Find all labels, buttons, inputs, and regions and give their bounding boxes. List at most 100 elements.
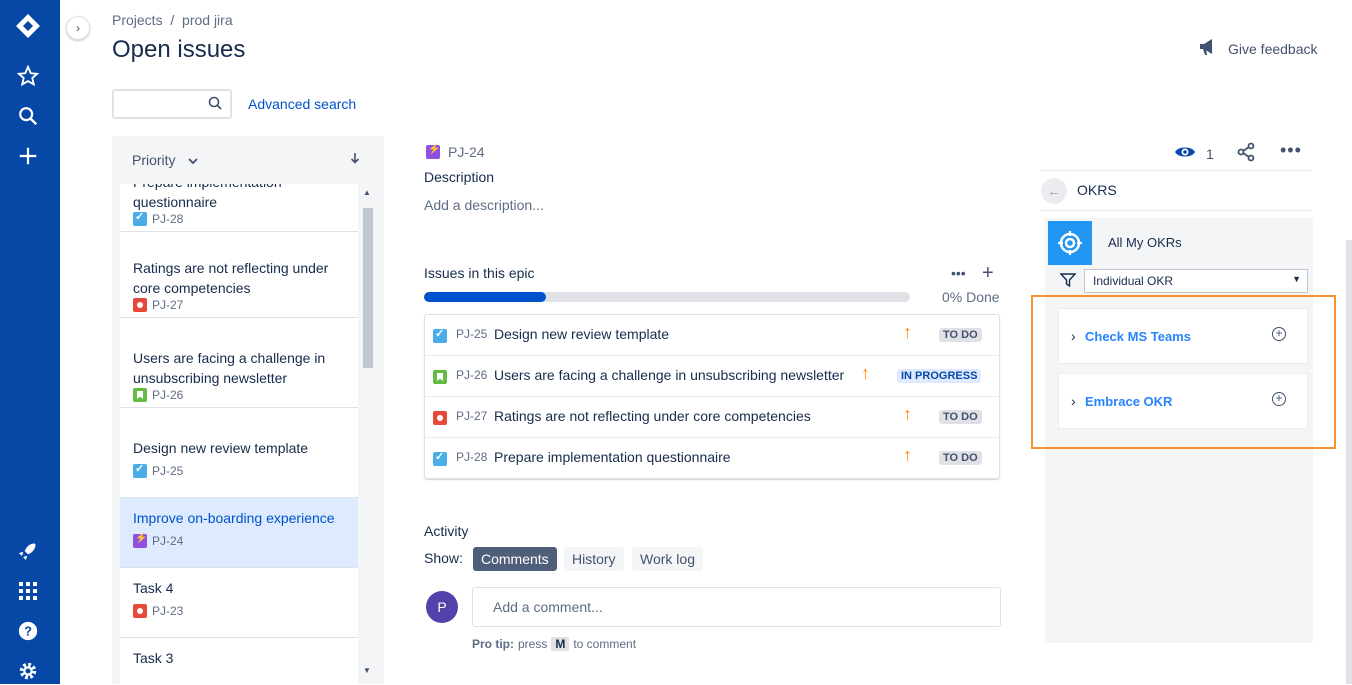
- table-row[interactable]: PJ-26 Users are facing a challenge in un…: [425, 356, 999, 397]
- breadcrumb-project[interactable]: prod jira: [182, 12, 233, 28]
- child-key: PJ-25: [456, 327, 488, 341]
- pro-tip-rest: to comment: [573, 637, 637, 651]
- scroll-thumb[interactable]: [363, 208, 373, 368]
- megaphone-icon: [1198, 38, 1218, 59]
- priority-high-arrow-icon: ↑: [903, 404, 912, 424]
- watch-button[interactable]: 1: [1174, 144, 1214, 163]
- give-feedback-button[interactable]: Give feedback: [1198, 38, 1318, 59]
- tab-work-log[interactable]: Work log: [632, 547, 703, 571]
- status-badge[interactable]: TO DO: [939, 328, 982, 342]
- create-plus-icon[interactable]: [14, 142, 42, 170]
- child-key: PJ-26: [456, 368, 488, 382]
- star-icon[interactable]: [14, 62, 42, 90]
- app-switcher-icon[interactable]: [14, 577, 42, 605]
- pro-tip-press: press: [518, 637, 548, 651]
- watcher-count: 1: [1206, 145, 1214, 162]
- issue-card-title: Ratings are not reflecting under core co…: [133, 260, 329, 296]
- issue-key: PJ-24: [448, 144, 485, 160]
- table-row[interactable]: PJ-25 Design new review template ↑ TO DO: [425, 315, 999, 356]
- pro-tip: Pro tip: press M to comment: [472, 637, 636, 651]
- breadcrumb: Projects / prod jira: [112, 12, 233, 28]
- task-type-icon: [433, 450, 447, 466]
- epic-more-icon[interactable]: •••: [951, 265, 966, 281]
- list-item[interactable]: Design new review template PJ-25: [120, 428, 358, 498]
- issue-card-title: Improve on-boarding experience: [133, 510, 335, 526]
- status-badge[interactable]: TO DO: [939, 410, 982, 424]
- table-row[interactable]: PJ-27 Ratings are not reflecting under c…: [425, 397, 999, 438]
- issue-card-key: PJ-28: [152, 212, 184, 226]
- child-summary: Prepare implementation questionnaire: [494, 449, 731, 465]
- epic-progress-fill: [424, 292, 546, 302]
- task-type-icon: [433, 327, 447, 343]
- child-summary: Design new review template: [494, 326, 670, 342]
- search-input[interactable]: [112, 89, 232, 119]
- sort-by-priority-dropdown[interactable]: Priority: [132, 152, 198, 168]
- comment-input[interactable]: Add a comment...: [472, 587, 1001, 627]
- rocket-icon[interactable]: [14, 537, 42, 565]
- back-arrow-icon[interactable]: ←: [1041, 178, 1067, 204]
- page-scrollbar[interactable]: [1346, 240, 1352, 684]
- description-heading: Description: [424, 169, 495, 185]
- list-item[interactable]: Task 3: [120, 638, 358, 684]
- child-summary: Ratings are not reflecting under core co…: [494, 408, 811, 424]
- epic-children-table: PJ-25 Design new review template ↑ TO DO…: [424, 314, 1000, 479]
- child-key: PJ-27: [456, 409, 488, 423]
- filter-funnel-icon[interactable]: [1059, 272, 1077, 291]
- search-icon[interactable]: [14, 102, 42, 130]
- give-feedback-label: Give feedback: [1228, 40, 1318, 57]
- issue-card-key: PJ-27: [152, 298, 184, 312]
- activity-show-label: Show:: [424, 550, 463, 566]
- dropdown-arrow-icon: ▼: [1292, 274, 1301, 284]
- share-icon[interactable]: [1236, 142, 1256, 165]
- list-scrollbar[interactable]: ▲ ▼: [360, 184, 376, 684]
- issue-key-breadcrumb[interactable]: PJ-24: [426, 144, 485, 160]
- list-item[interactable]: Task 4 PJ-23: [120, 568, 358, 638]
- search-icon: [208, 96, 222, 113]
- tab-comments[interactable]: Comments: [473, 547, 557, 571]
- issue-card-title: Design new review template: [133, 440, 309, 456]
- breadcrumb-separator: /: [170, 12, 175, 28]
- bug-type-icon: [133, 604, 147, 618]
- bug-type-icon: [433, 411, 447, 425]
- expand-sidebar-button[interactable]: ›: [66, 16, 90, 40]
- chevron-down-icon: [187, 152, 198, 168]
- status-badge[interactable]: TO DO: [939, 451, 982, 465]
- jira-logo-icon[interactable]: [14, 12, 42, 40]
- sort-direction-button[interactable]: [350, 151, 360, 167]
- help-icon[interactable]: ?: [14, 617, 42, 645]
- child-summary: Users are facing a challenge in unsubscr…: [494, 367, 845, 383]
- epic-progress-bar: [424, 292, 910, 302]
- issue-card-key: PJ-24: [152, 534, 184, 548]
- eye-icon: [1174, 144, 1196, 163]
- okr-divider: [1040, 170, 1312, 171]
- child-key: PJ-28: [456, 450, 488, 464]
- list-item[interactable]: Ratings are not reflecting under core co…: [120, 248, 358, 318]
- okr-type-select[interactable]: Individual OKR ▼: [1084, 269, 1308, 293]
- task-type-icon: [133, 462, 147, 478]
- table-row[interactable]: PJ-28 Prepare implementation questionnai…: [425, 438, 999, 479]
- status-badge[interactable]: IN PROGRESS: [897, 369, 982, 383]
- scroll-down-icon[interactable]: ▼: [363, 666, 371, 675]
- issue-list-panel: Priority Prepare implementation question…: [112, 136, 384, 684]
- issue-card-key: PJ-25: [152, 464, 184, 478]
- settings-gear-icon[interactable]: [14, 657, 42, 685]
- description-field[interactable]: Add a description...: [424, 197, 544, 213]
- list-item-selected[interactable]: Improve on-boarding experience PJ-24: [120, 498, 358, 568]
- more-actions-icon[interactable]: •••: [1280, 140, 1302, 161]
- story-type-icon: [433, 370, 447, 384]
- sort-label: Priority: [132, 152, 176, 168]
- list-item[interactable]: Prepare implementation questionnaire PJ-…: [120, 184, 358, 232]
- tab-history[interactable]: History: [564, 547, 624, 571]
- advanced-search-link[interactable]: Advanced search: [248, 96, 356, 112]
- epic-progress-label: 0% Done: [942, 289, 1000, 305]
- breadcrumb-projects[interactable]: Projects: [112, 12, 163, 28]
- issue-card-title: Prepare implementation questionnaire: [133, 184, 282, 210]
- avatar: P: [426, 591, 458, 623]
- okr-highlight-box: [1031, 295, 1336, 449]
- issue-card-list: Prepare implementation questionnaire PJ-…: [120, 184, 358, 684]
- scroll-up-icon[interactable]: ▲: [363, 188, 371, 197]
- add-child-plus-icon[interactable]: +: [982, 262, 994, 285]
- all-my-okrs-label: All My OKRs: [1108, 235, 1182, 250]
- list-item[interactable]: Users are facing a challenge in unsubscr…: [120, 338, 358, 408]
- task-type-icon: [133, 210, 147, 226]
